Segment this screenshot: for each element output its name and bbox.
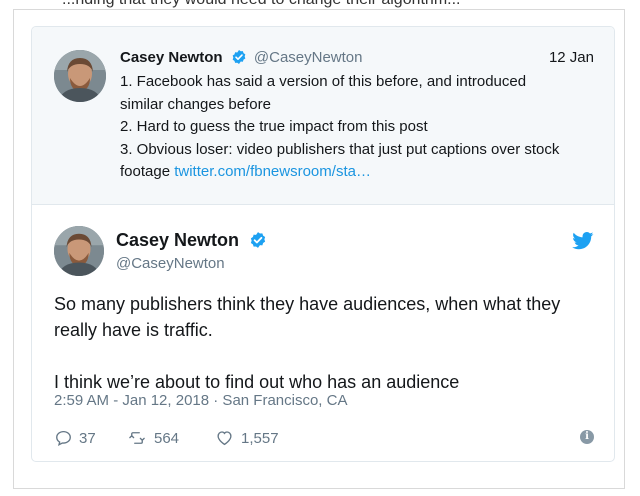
tweet-avatar[interactable] (54, 226, 104, 276)
verified-badge-icon (250, 232, 266, 248)
cropped-article-line: ...nding that they would need to change … (62, 0, 460, 9)
retweet-icon (129, 432, 145, 444)
quoted-tweet-line: similar changes before (120, 95, 271, 113)
quoted-tweet[interactable]: Casey Newton @CaseyNewton 12 Jan 1. Face… (32, 27, 614, 205)
tweet-timestamp-location[interactable]: 2:59 AM - Jan 12, 2018 · San Francisco, … (54, 392, 347, 409)
retweet-count: 564 (154, 429, 180, 447)
reply-icon (56, 430, 71, 447)
twitter-bird-icon[interactable] (572, 232, 594, 250)
like-button[interactable]: 1,557 (214, 428, 279, 448)
quoted-tweet-line: 3. Obvious loser: video publishers that … (120, 140, 560, 158)
tweet-text-line: So many publishers think they have audie… (54, 294, 561, 314)
like-count: 1,557 (241, 429, 279, 447)
embedded-tweet-card: Casey Newton @CaseyNewton 12 Jan 1. Face… (31, 26, 615, 462)
reply-count: 37 (79, 429, 96, 447)
quoted-tweet-handle[interactable]: @CaseyNewton (254, 49, 363, 66)
quoted-tweet-text: 1. Facebook has said a version of this b… (120, 71, 600, 184)
tweet-author-name-row: Casey Newton (116, 230, 270, 251)
heart-icon (217, 431, 232, 446)
verified-badge-icon (232, 50, 246, 64)
tweet-author-name[interactable]: Casey Newton (116, 230, 239, 250)
reply-button[interactable]: 37 (54, 428, 96, 448)
tweet-text: So many publishers think they have audie… (54, 291, 594, 395)
tweet-actions: 37 564 1,557 i (54, 428, 594, 448)
info-icon[interactable]: i (580, 430, 594, 444)
tweet-author-handle[interactable]: @CaseyNewton (116, 255, 225, 272)
quoted-tweet-line: 2. Hard to guess the true impact from th… (120, 118, 428, 135)
quoted-tweet-avatar[interactable] (54, 50, 106, 102)
quoted-tweet-line-prefix: footage (120, 163, 175, 180)
quoted-tweet-last-line: footage twitter.com/fbnewsroom/sta… (120, 161, 600, 184)
quoted-tweet-date[interactable]: 12 Jan (549, 49, 594, 66)
quoted-tweet-header: Casey Newton @CaseyNewton 12 Jan (120, 49, 594, 71)
retweet-button[interactable]: 564 (126, 428, 179, 448)
quoted-tweet-link[interactable]: twitter.com/fbnewsroom/sta… (174, 163, 371, 180)
quoted-tweet-line: 1. Facebook has said a version of this b… (120, 73, 527, 90)
tweet-text-line: really have is traffic. (54, 320, 213, 340)
quoted-tweet-author-name[interactable]: Casey Newton (120, 49, 223, 66)
